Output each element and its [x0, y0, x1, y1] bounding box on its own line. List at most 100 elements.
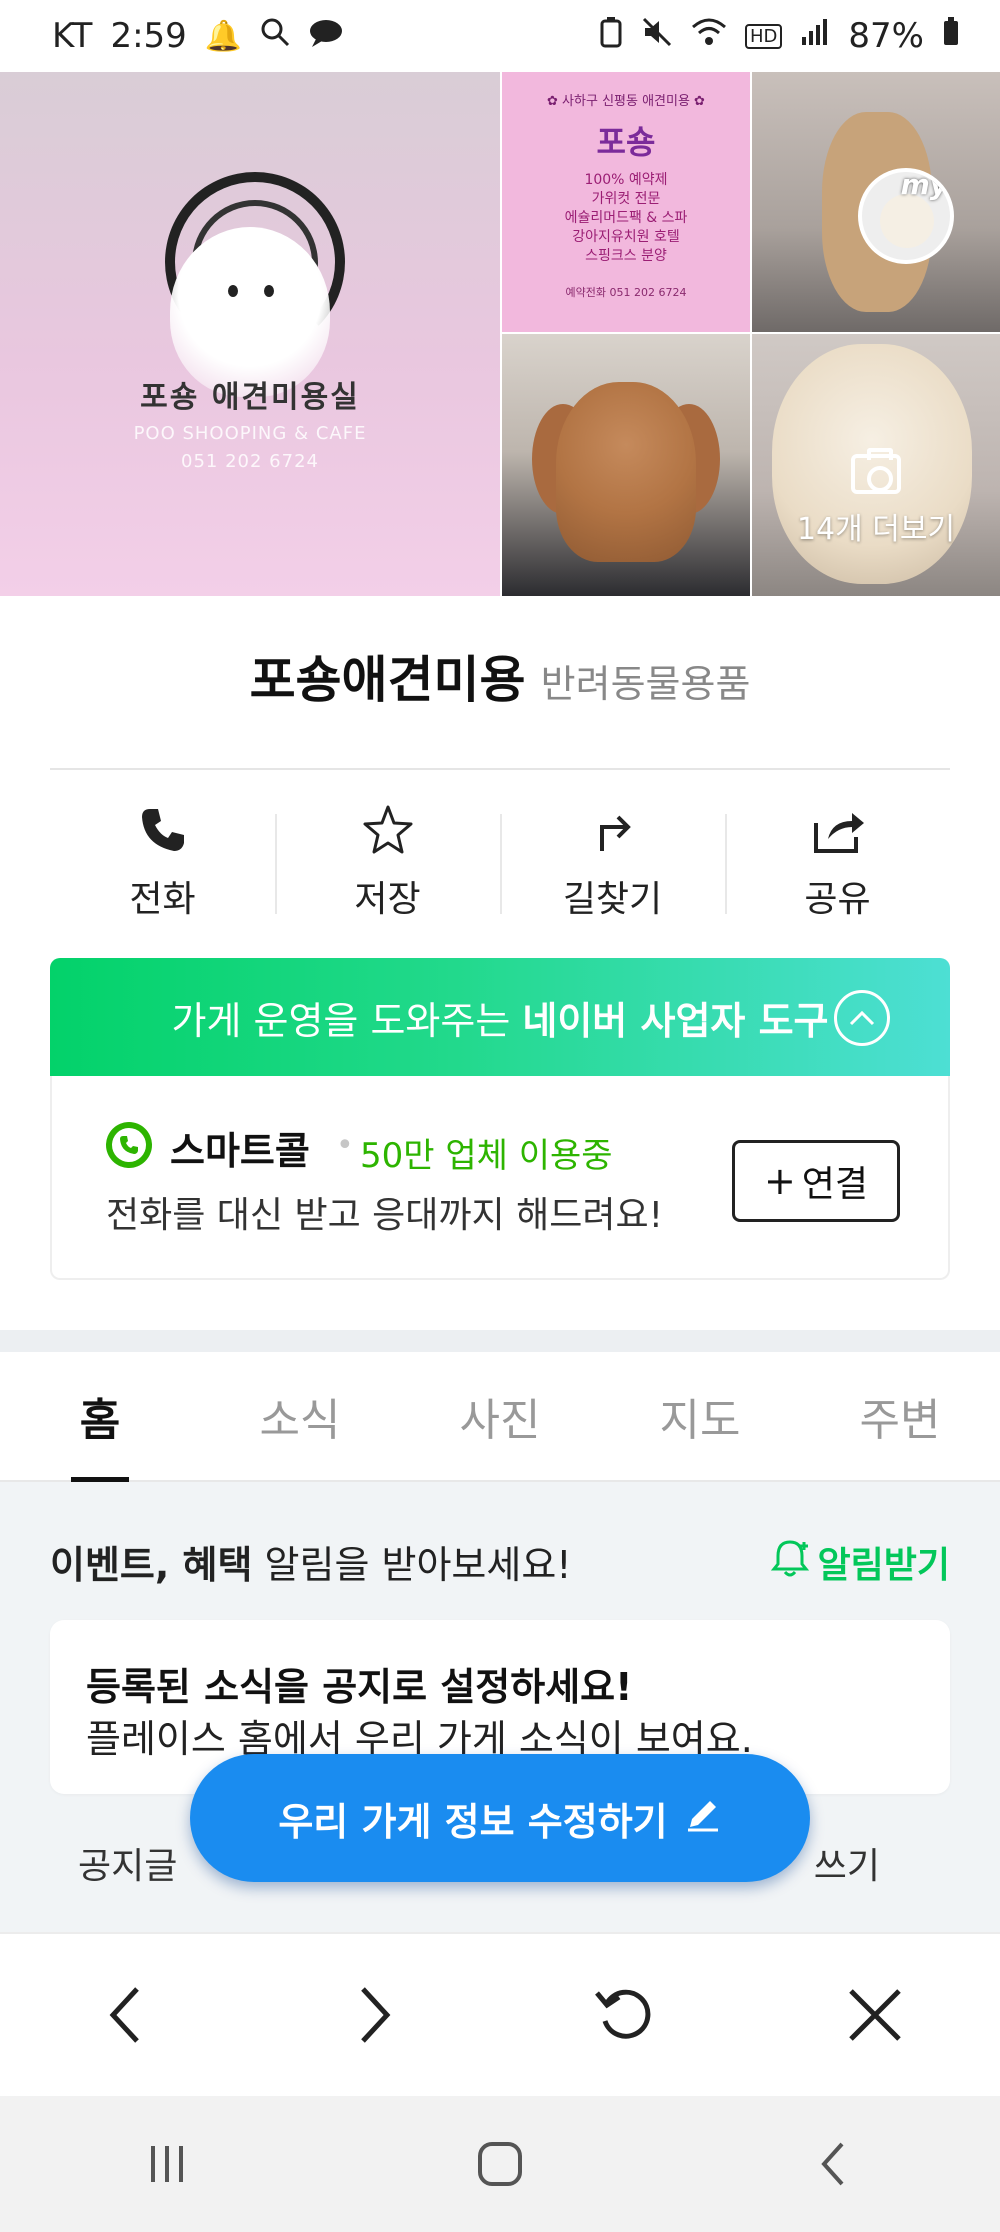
- subscribe-alarm-button[interactable]: 알림받기: [770, 1536, 950, 1588]
- gallery-main-photo[interactable]: 포숑 애견미용실 POO SHOOPING & CAFE 051 202 672…: [0, 72, 500, 596]
- logo-subtitle-line: POO SHOOPING & CAFE: [133, 423, 367, 444]
- poster-line: 스핑크스 분양: [585, 248, 667, 264]
- chevron-up-icon[interactable]: [834, 990, 890, 1046]
- back-button[interactable]: [80, 1970, 170, 2060]
- plus-icon: +: [763, 1159, 796, 1203]
- tab-home[interactable]: 홈: [0, 1352, 200, 1480]
- poster-tel: 예약전화 051 202 6724: [565, 286, 687, 299]
- clock: 2:59: [110, 16, 187, 56]
- avatar-dog: [880, 194, 934, 248]
- logo-eye: [228, 285, 238, 297]
- directions-label: 길찾기: [562, 879, 663, 920]
- system-back-button[interactable]: [793, 2124, 873, 2204]
- battery-icon: [942, 16, 960, 56]
- home-square-icon: [477, 2142, 522, 2186]
- place-name: 포숑애견미용: [249, 651, 526, 709]
- status-right: HD 87%: [599, 16, 960, 57]
- close-icon: [849, 1989, 901, 2041]
- tab-nearby[interactable]: 주변: [800, 1352, 1000, 1480]
- my-avatar-badge[interactable]: my: [858, 168, 954, 264]
- poodle-photo-shape: [556, 382, 696, 562]
- share-icon: [808, 800, 868, 860]
- connect-label: 연결: [801, 1164, 869, 1205]
- divider: [50, 768, 950, 770]
- back-arrow-icon: [821, 2142, 844, 2186]
- chevron-right-icon: [361, 1987, 391, 2043]
- section-gap: [0, 1330, 1000, 1352]
- alarm-row: 이벤트, 혜택 알림을 받아보세요! 알림받기: [50, 1534, 950, 1589]
- phone-icon: [133, 800, 193, 860]
- wifi-icon: [691, 16, 727, 56]
- chevron-left-icon: [109, 1987, 139, 2043]
- notification-bell-icon: 🔔: [204, 18, 243, 54]
- directions-button[interactable]: 길찾기: [500, 800, 725, 925]
- forward-button[interactable]: [330, 1970, 420, 2060]
- close-button[interactable]: [830, 1970, 920, 2060]
- place-category: 반려동물용품: [540, 662, 751, 706]
- more-photos-label: 14개 더보기: [796, 512, 956, 547]
- separator-dot: •: [336, 1128, 354, 1163]
- smartcall-name: 스마트콜: [170, 1129, 310, 1173]
- poster-line: 가위컷 전문: [591, 191, 661, 207]
- connect-button[interactable]: + 연결: [732, 1140, 900, 1222]
- smartcall-description: 전화를 대신 받고 응대까지 해드려요!: [106, 1195, 664, 1236]
- subscribe-alarm-label: 알림받기: [817, 1544, 950, 1586]
- recent-apps-button[interactable]: [127, 2124, 207, 2204]
- poster-line: 강아지유치원 호텔: [572, 229, 680, 245]
- tab-bar: 홈 소식 사진 지도 주변: [0, 1352, 1000, 1482]
- gallery-thumb-poodle[interactable]: [502, 334, 750, 596]
- tab-news[interactable]: 소식: [200, 1352, 400, 1480]
- smartcall-users: 50만 업체 이용중: [360, 1136, 613, 1176]
- save-button[interactable]: 저장: [275, 800, 500, 925]
- directions-icon: [583, 800, 643, 860]
- banner-text: 가게 운영을 도와주는 네이버 사업자 도구: [171, 990, 828, 1045]
- place-title-row: 포숑애견미용 반려동물용품: [0, 640, 1000, 712]
- naver-business-banner[interactable]: 가게 운영을 도와주는 네이버 사업자 도구: [50, 958, 950, 1076]
- notice-row-label: 공지글: [78, 1846, 178, 1887]
- save-label: 저장: [354, 879, 421, 920]
- banner-text-prefix: 가게 운영을 도와주는: [171, 998, 523, 1043]
- battery-percent: 87%: [848, 16, 924, 56]
- smartcall-icon: [106, 1122, 152, 1168]
- poster-lines: 100% 예약제 가위컷 전문 에슐리머드팩 & 스파 강아지유치원 호텔 스핑…: [502, 171, 750, 266]
- poster-title: 포숑: [596, 123, 656, 161]
- pencil-icon: [684, 1795, 722, 1842]
- search-icon: [260, 17, 290, 55]
- smartcall-card: 스마트콜 • 50만 업체 이용중 전화를 대신 받고 응대까지 해드려요! +…: [50, 1076, 950, 1280]
- battery-saver-icon: [599, 16, 623, 57]
- star-icon: [358, 800, 418, 860]
- system-navigation-bar: [0, 2096, 1000, 2232]
- chat-bubble-icon: [308, 17, 344, 55]
- banner-text-bold: 네이버 사업자 도구: [522, 998, 829, 1043]
- edit-store-info-button[interactable]: 우리 가게 정보 수정하기: [190, 1754, 810, 1882]
- tab-photos[interactable]: 사진: [400, 1352, 600, 1480]
- signal-icon: [800, 16, 830, 56]
- tab-map[interactable]: 지도: [600, 1352, 800, 1480]
- alarm-text-rest: 알림을 받아보세요!: [252, 1543, 572, 1587]
- bell-plus-icon: [770, 1536, 810, 1587]
- gallery-thumb-poster[interactable]: ✿ 사하구 신평동 애견미용 ✿ 포숑 100% 예약제 가위컷 전문 에슐리머…: [502, 72, 750, 332]
- notice-title: 등록된 소식을 공지로 설정하세요!: [86, 1665, 633, 1709]
- call-label: 전화: [129, 879, 196, 920]
- alarm-text-bold: 이벤트, 혜택: [50, 1543, 253, 1587]
- write-notice-link[interactable]: 쓰기: [814, 1837, 880, 1889]
- carrier-label: KT: [52, 16, 93, 56]
- logo-subtitle-line: 051 202 6724: [181, 451, 319, 472]
- status-left: KT 2:59 🔔: [52, 16, 344, 56]
- call-button[interactable]: 전화: [50, 800, 275, 925]
- status-bar: KT 2:59 🔔 HD 87%: [0, 0, 1000, 72]
- share-button[interactable]: 공유: [725, 800, 950, 925]
- logo-shop-name: 포숑 애견미용실: [140, 380, 360, 415]
- refresh-button[interactable]: [580, 1970, 670, 2060]
- recent-apps-icon: [150, 2146, 183, 2182]
- edit-store-info-label: 우리 가게 정보 수정하기: [278, 1799, 668, 1844]
- home-button[interactable]: [460, 2124, 540, 2204]
- more-photos-button[interactable]: 14개 더보기: [752, 406, 1000, 596]
- camera-icon: [851, 448, 901, 494]
- photo-gallery[interactable]: 포숑 애견미용실 POO SHOOPING & CAFE 051 202 672…: [0, 72, 1000, 596]
- logo-eye: [264, 285, 274, 297]
- poster-line: 에슐리머드팩 & 스파: [564, 210, 688, 226]
- mute-icon: [641, 16, 673, 57]
- my-badge-label: my: [900, 168, 948, 201]
- logo-subtitle: POO SHOOPING & CAFE 051 202 6724: [0, 420, 500, 476]
